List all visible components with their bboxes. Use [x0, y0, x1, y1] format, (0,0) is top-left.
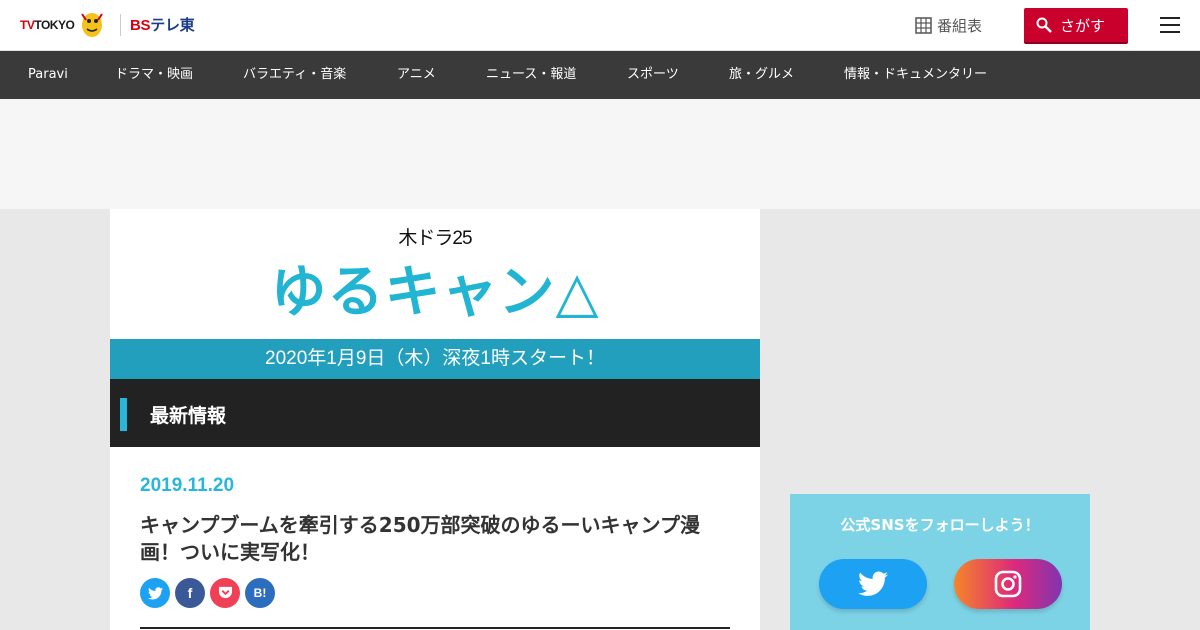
news-divider: [140, 627, 730, 629]
section-accent-bar: [120, 398, 127, 431]
share-pocket-button[interactable]: [210, 578, 240, 608]
nav-item-news[interactable]: ニュース・報道: [486, 51, 576, 99]
section-title: 最新情報: [150, 405, 227, 427]
news-date: 2019.11.20: [140, 475, 235, 496]
facebook-icon: f: [187, 585, 193, 601]
search-button[interactable]: さがす: [1024, 8, 1128, 42]
share-buttons: f B!: [140, 578, 275, 608]
category-nav: Paravi ドラマ・映画 バラエティ・音楽 アニメ ニュース・報道 スポーツ …: [0, 51, 1200, 99]
program-guide-label: 番組表: [937, 17, 983, 35]
bs-teletou-logo[interactable]: BSテレ東: [130, 14, 195, 35]
news-title[interactable]: キャンプブームを牽引する250万部突破のゆるーいキャンプ漫画！ついに実写化！: [140, 512, 730, 566]
share-twitter-button[interactable]: [140, 578, 170, 608]
nav-item-anime[interactable]: アニメ: [397, 51, 436, 99]
share-facebook-button[interactable]: f: [175, 578, 205, 608]
program-guide-link[interactable]: 番組表: [915, 15, 982, 36]
search-icon: [1036, 17, 1052, 33]
logo-divider: [120, 14, 121, 36]
nav-item-paravi[interactable]: Paravi: [28, 51, 68, 99]
show-title: ゆるキャン△: [270, 260, 600, 325]
hamburger-menu-icon[interactable]: [1159, 15, 1181, 35]
nav-item-documentary[interactable]: 情報・ドキュメンタリー: [844, 51, 987, 99]
start-date-bar: 2020年1月9日（木）深夜1時スタート！: [110, 339, 760, 379]
show-title-area: 木ドラ25 ゆるキャン△: [110, 209, 760, 339]
nav-item-sports[interactable]: スポーツ: [627, 51, 679, 99]
nanana-mascot-icon: [81, 13, 104, 37]
grid-icon: [915, 17, 932, 34]
tv-tokyo-logo[interactable]: TVTOKYO: [20, 9, 108, 41]
sns-follow-box: 公式SNSをフォローしよう！: [790, 494, 1090, 630]
follow-instagram-button[interactable]: [954, 559, 1062, 609]
main-column: 木ドラ25 ゆるキャン△ 2020年1月9日（木）深夜1時スタート！ 最新情報 …: [110, 209, 760, 630]
instagram-icon: [994, 570, 1022, 598]
twitter-icon: [147, 586, 163, 599]
follow-twitter-button[interactable]: [819, 559, 927, 609]
nav-item-drama[interactable]: ドラマ・映画: [115, 51, 193, 99]
time-slot-label: 木ドラ25: [398, 228, 472, 249]
hatena-icon: B!: [253, 586, 267, 600]
site-header: TVTOKYO BSテレ東 番組表 さがす: [0, 0, 1200, 51]
pocket-icon: [218, 586, 232, 599]
sns-title: 公式SNSをフォローしよう！: [840, 516, 1040, 534]
nav-item-variety[interactable]: バラエティ・音楽: [243, 51, 346, 99]
nav-item-travel[interactable]: 旅・グルメ: [729, 51, 794, 99]
tv-tokyo-wordmark: TVTOKYO: [20, 18, 75, 32]
share-hatena-button[interactable]: B!: [245, 578, 275, 608]
search-label: さがす: [1060, 16, 1106, 35]
twitter-icon: [858, 571, 888, 596]
ad-banner-area: [0, 99, 1200, 209]
section-header: 最新情報: [110, 379, 760, 447]
